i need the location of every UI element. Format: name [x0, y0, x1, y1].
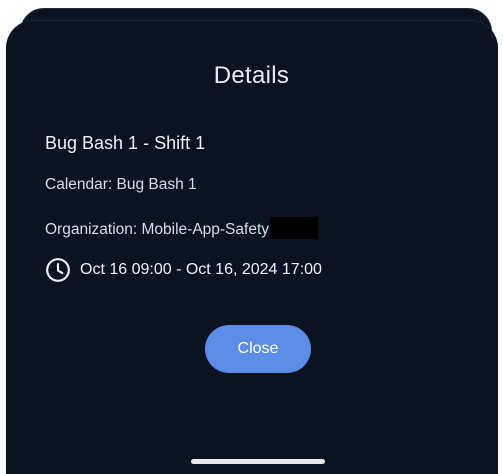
redaction-bar — [270, 217, 319, 239]
close-button[interactable]: Close — [205, 325, 311, 373]
screen: Details Bug Bash 1 - Shift 1 Calendar: B… — [0, 0, 503, 474]
organization-text: Organization: Mobile-App-Safety — [45, 221, 270, 239]
time-range-text: Oct 16 09:00 - Oct 16, 2024 17:00 — [80, 261, 322, 278]
event-title: Bug Bash 1 - Shift 1 — [45, 133, 206, 153]
calendar-text: Calendar: Bug Bash 1 — [45, 176, 197, 193]
time-row: Oct 16 09:00 - Oct 16, 2024 17:00 — [45, 257, 322, 283]
dialog-title: Details — [213, 62, 290, 89]
clock-icon — [46, 258, 70, 282]
organization-line: Organization: Mobile-App-Safety — [45, 217, 319, 241]
home-indicator[interactable] — [191, 459, 325, 464]
